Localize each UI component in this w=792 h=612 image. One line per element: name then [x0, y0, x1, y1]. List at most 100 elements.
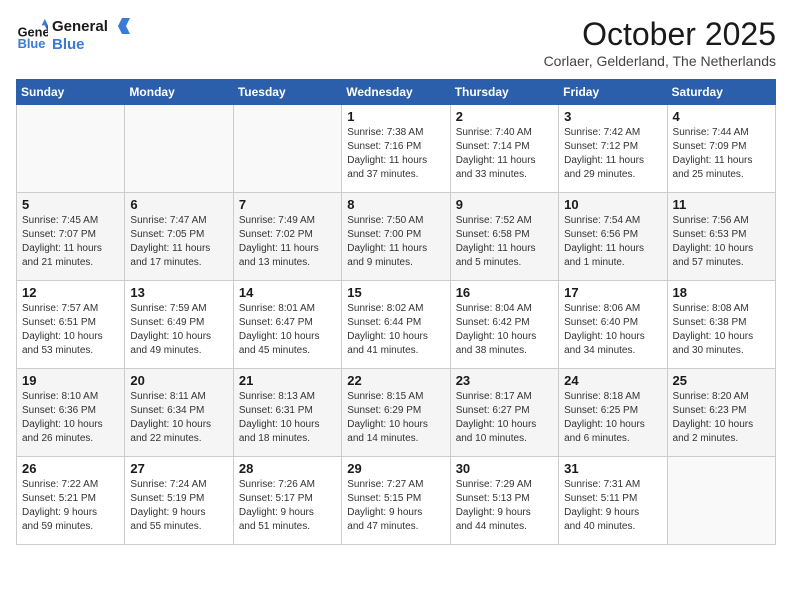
day-info: Sunrise: 7:56 AM Sunset: 6:53 PM Dayligh…: [673, 214, 770, 270]
day-number: 8: [347, 197, 444, 212]
calendar-cell: 16 Sunrise: 8:04 AM Sunset: 6:42 PM Dayli…: [450, 281, 558, 369]
month-title: October 2025: [544, 16, 776, 53]
calendar-cell: 7Sunrise: 7:49 AM Sunset: 7:02 PM Daylig…: [233, 193, 341, 281]
calendar-cell: 12 Sunrise: 7:57 AM Sunset: 6:51 PM Dayli…: [17, 281, 125, 369]
page-header: General Blue General Blue October 2025 C…: [16, 16, 776, 69]
day-number: 2: [456, 109, 553, 124]
calendar-cell: [125, 105, 233, 193]
logo-chevron-icon: [110, 16, 130, 36]
day-number: 27: [130, 461, 227, 476]
calendar-table: SundayMondayTuesdayWednesdayThursdayFrid…: [16, 79, 776, 545]
day-number: 12: [22, 285, 119, 300]
day-number: 18: [673, 285, 770, 300]
day-info: Sunrise: 8:06 AM Sunset: 6:40 PM Dayligh…: [564, 302, 661, 358]
calendar-cell: [233, 105, 341, 193]
weekday-header-row: SundayMondayTuesdayWednesdayThursdayFrid…: [17, 80, 776, 105]
calendar-cell: 15Sunrise: 8:02 AM Sunset: 6:44 PM Dayli…: [342, 281, 450, 369]
calendar-cell: 25Sunrise: 8:20 AM Sunset: 6:23 PM Dayli…: [667, 369, 775, 457]
day-number: 4: [673, 109, 770, 124]
calendar-cell: 13 Sunrise: 7:59 AM Sunset: 6:49 PM Dayli…: [125, 281, 233, 369]
day-number: 14: [239, 285, 336, 300]
day-number: 19: [22, 373, 119, 388]
location-title: Corlaer, Gelderland, The Netherlands: [544, 53, 776, 69]
logo-icon: General Blue: [16, 19, 48, 51]
title-area: October 2025 Corlaer, Gelderland, The Ne…: [544, 16, 776, 69]
calendar-cell: 27 Sunrise: 7:24 AM Sunset: 5:19 PM Dayli…: [125, 457, 233, 545]
day-info: Sunrise: 7:52 AM Sunset: 6:58 PM Dayligh…: [456, 214, 553, 270]
day-info: Sunrise: 7:31 AM Sunset: 5:11 PM Dayligh…: [564, 478, 661, 534]
day-info: Sunrise: 8:01 AM Sunset: 6:47 PM Dayligh…: [239, 302, 336, 358]
day-info: Sunrise: 8:02 AM Sunset: 6:44 PM Dayligh…: [347, 302, 444, 358]
logo: General Blue General Blue: [16, 16, 130, 54]
calendar-cell: 18 Sunrise: 8:08 AM Sunset: 6:38 PM Dayli…: [667, 281, 775, 369]
calendar-cell: 17Sunrise: 8:06 AM Sunset: 6:40 PM Dayli…: [559, 281, 667, 369]
calendar-cell: 5 Sunrise: 7:45 AM Sunset: 7:07 PM Daylig…: [17, 193, 125, 281]
calendar-cell: 23Sunrise: 8:17 AM Sunset: 6:27 PM Dayli…: [450, 369, 558, 457]
day-number: 30: [456, 461, 553, 476]
weekday-header-saturday: Saturday: [667, 80, 775, 105]
day-number: 16: [456, 285, 553, 300]
day-info: Sunrise: 8:04 AM Sunset: 6:42 PM Dayligh…: [456, 302, 553, 358]
calendar-cell: 1 Sunrise: 7:38 AM Sunset: 7:16 PM Daylig…: [342, 105, 450, 193]
calendar-cell: 19 Sunrise: 8:10 AM Sunset: 6:36 PM Dayli…: [17, 369, 125, 457]
day-info: Sunrise: 7:27 AM Sunset: 5:15 PM Dayligh…: [347, 478, 444, 534]
day-number: 24: [564, 373, 661, 388]
calendar-cell: 3 Sunrise: 7:42 AM Sunset: 7:12 PM Daylig…: [559, 105, 667, 193]
calendar-cell: 24Sunrise: 8:18 AM Sunset: 6:25 PM Dayli…: [559, 369, 667, 457]
day-info: Sunrise: 7:44 AM Sunset: 7:09 PM Dayligh…: [673, 126, 770, 182]
day-info: Sunrise: 7:54 AM Sunset: 6:56 PM Dayligh…: [564, 214, 661, 270]
day-info: Sunrise: 7:59 AM Sunset: 6:49 PM Dayligh…: [130, 302, 227, 358]
day-info: Sunrise: 8:13 AM Sunset: 6:31 PM Dayligh…: [239, 390, 336, 446]
day-info: Sunrise: 7:22 AM Sunset: 5:21 PM Dayligh…: [22, 478, 119, 534]
calendar-cell: 11Sunrise: 7:56 AM Sunset: 6:53 PM Dayli…: [667, 193, 775, 281]
weekday-header-wednesday: Wednesday: [342, 80, 450, 105]
day-number: 1: [347, 109, 444, 124]
calendar-cell: [17, 105, 125, 193]
week-row-1: 1 Sunrise: 7:38 AM Sunset: 7:16 PM Daylig…: [17, 105, 776, 193]
weekday-header-tuesday: Tuesday: [233, 80, 341, 105]
day-info: Sunrise: 7:40 AM Sunset: 7:14 PM Dayligh…: [456, 126, 553, 182]
day-number: 21: [239, 373, 336, 388]
weekday-header-monday: Monday: [125, 80, 233, 105]
day-info: Sunrise: 7:45 AM Sunset: 7:07 PM Dayligh…: [22, 214, 119, 270]
weekday-header-thursday: Thursday: [450, 80, 558, 105]
day-info: Sunrise: 7:50 AM Sunset: 7:00 PM Dayligh…: [347, 214, 444, 270]
calendar-cell: 4 Sunrise: 7:44 AM Sunset: 7:09 PM Daylig…: [667, 105, 775, 193]
day-info: Sunrise: 8:08 AM Sunset: 6:38 PM Dayligh…: [673, 302, 770, 358]
calendar-cell: 28Sunrise: 7:26 AM Sunset: 5:17 PM Dayli…: [233, 457, 341, 545]
day-number: 7: [239, 197, 336, 212]
svg-text:Blue: Blue: [18, 36, 46, 51]
day-number: 9: [456, 197, 553, 212]
day-number: 28: [239, 461, 336, 476]
calendar-cell: 31Sunrise: 7:31 AM Sunset: 5:11 PM Dayli…: [559, 457, 667, 545]
day-number: 13: [130, 285, 227, 300]
week-row-3: 12 Sunrise: 7:57 AM Sunset: 6:51 PM Dayli…: [17, 281, 776, 369]
day-info: Sunrise: 8:10 AM Sunset: 6:36 PM Dayligh…: [22, 390, 119, 446]
calendar-cell: 30 Sunrise: 7:29 AM Sunset: 5:13 PM Dayli…: [450, 457, 558, 545]
day-number: 3: [564, 109, 661, 124]
calendar-cell: 20Sunrise: 8:11 AM Sunset: 6:34 PM Dayli…: [125, 369, 233, 457]
calendar-cell: 9 Sunrise: 7:52 AM Sunset: 6:58 PM Daylig…: [450, 193, 558, 281]
day-number: 25: [673, 373, 770, 388]
day-info: Sunrise: 7:47 AM Sunset: 7:05 PM Dayligh…: [130, 214, 227, 270]
calendar-cell: 29 Sunrise: 7:27 AM Sunset: 5:15 PM Dayli…: [342, 457, 450, 545]
calendar-cell: 2 Sunrise: 7:40 AM Sunset: 7:14 PM Daylig…: [450, 105, 558, 193]
weekday-header-sunday: Sunday: [17, 80, 125, 105]
weekday-header-friday: Friday: [559, 80, 667, 105]
day-number: 29: [347, 461, 444, 476]
day-info: Sunrise: 7:57 AM Sunset: 6:51 PM Dayligh…: [22, 302, 119, 358]
week-row-4: 19 Sunrise: 8:10 AM Sunset: 6:36 PM Dayli…: [17, 369, 776, 457]
day-info: Sunrise: 7:24 AM Sunset: 5:19 PM Dayligh…: [130, 478, 227, 534]
week-row-5: 26 Sunrise: 7:22 AM Sunset: 5:21 PM Dayli…: [17, 457, 776, 545]
day-info: Sunrise: 7:42 AM Sunset: 7:12 PM Dayligh…: [564, 126, 661, 182]
day-number: 5: [22, 197, 119, 212]
day-info: Sunrise: 7:29 AM Sunset: 5:13 PM Dayligh…: [456, 478, 553, 534]
logo-general: General: [52, 18, 108, 35]
logo-blue: Blue: [52, 36, 85, 53]
calendar-cell: 8 Sunrise: 7:50 AM Sunset: 7:00 PM Daylig…: [342, 193, 450, 281]
calendar-cell: 22Sunrise: 8:15 AM Sunset: 6:29 PM Dayli…: [342, 369, 450, 457]
day-info: Sunrise: 7:38 AM Sunset: 7:16 PM Dayligh…: [347, 126, 444, 182]
day-number: 26: [22, 461, 119, 476]
calendar-cell: 14 Sunrise: 8:01 AM Sunset: 6:47 PM Dayli…: [233, 281, 341, 369]
day-number: 23: [456, 373, 553, 388]
